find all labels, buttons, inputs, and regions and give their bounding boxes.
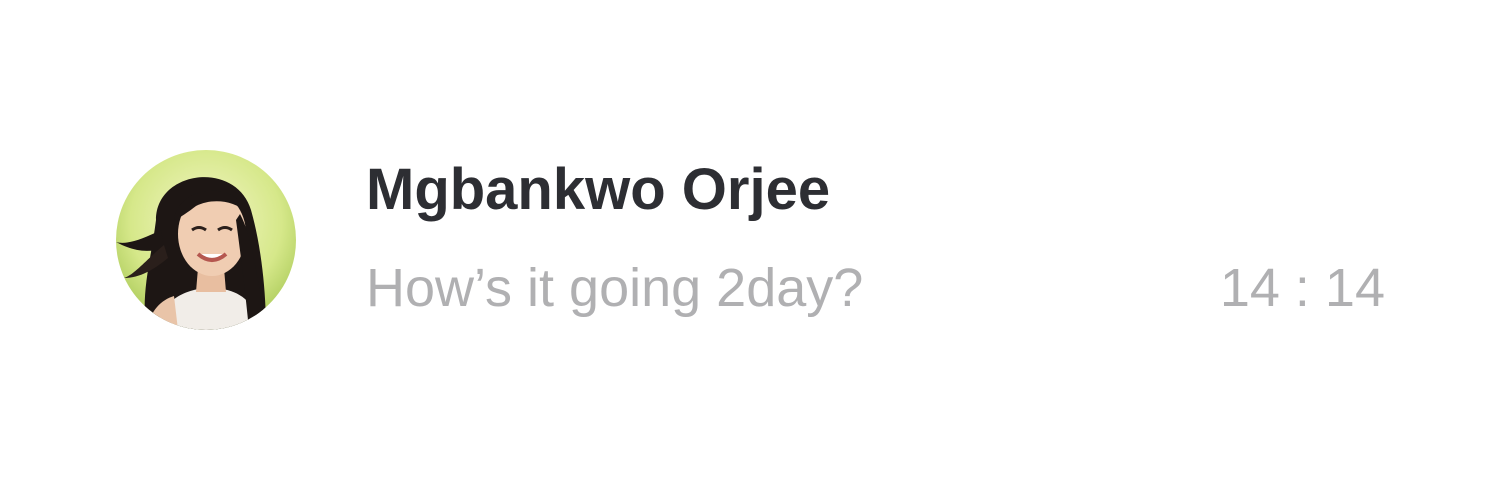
last-message-preview: How’s it going 2day? bbox=[366, 258, 864, 318]
conversation-list-item[interactable]: Mgbankwo Orjee How’s it going 2day? 14 :… bbox=[0, 0, 1500, 480]
contact-name: Mgbankwo Orjee bbox=[366, 157, 831, 222]
avatar-photo bbox=[116, 150, 296, 330]
message-time: 14 : 14 bbox=[1219, 258, 1385, 318]
avatar[interactable] bbox=[116, 150, 296, 330]
